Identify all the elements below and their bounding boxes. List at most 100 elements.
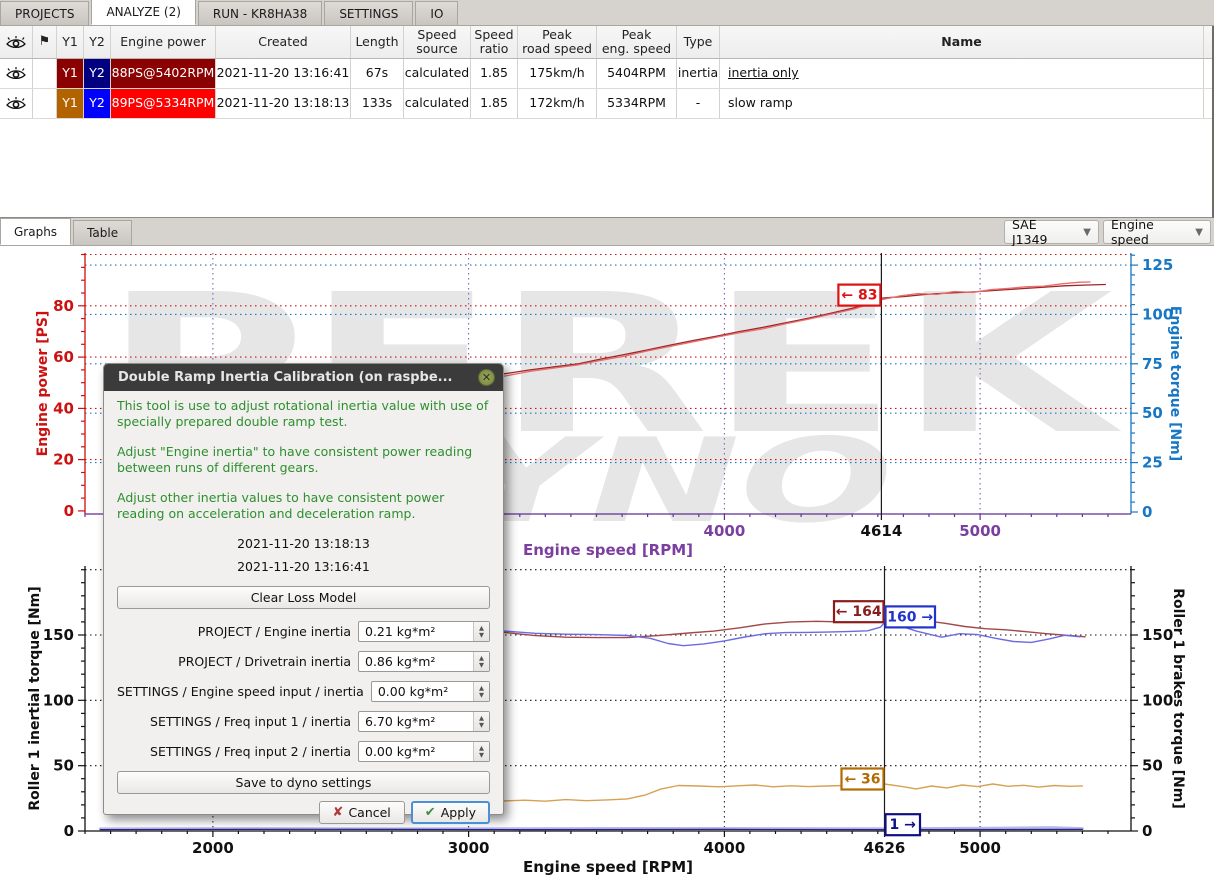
- field-label: PROJECT / Engine inertia: [197, 624, 351, 639]
- save-to-dyno-settings-button[interactable]: Save to dyno settings: [117, 771, 490, 794]
- cell-power: 88PS@5402RPM: [111, 59, 216, 88]
- column-header-type[interactable]: Type: [677, 26, 720, 58]
- spinbox-value: 6.70 kg*m²: [365, 714, 436, 729]
- apply-label: Apply: [440, 805, 476, 820]
- chevron-down-icon: ▼: [1083, 226, 1091, 238]
- tab-settings[interactable]: SETTINGS: [324, 1, 414, 25]
- y2-badge[interactable]: Y2: [84, 59, 110, 88]
- cell-flag: [33, 59, 57, 88]
- spin-down-icon[interactable]: ▼: [479, 661, 484, 669]
- svg-text:Roller 1 inertial torque [Nm]: Roller 1 inertial torque [Nm]: [27, 586, 43, 810]
- subtabs-holder: Graphs Table: [0, 218, 134, 245]
- tab-analyze-2[interactable]: ANALYZE (2): [91, 0, 196, 25]
- cancel-label: Cancel: [348, 805, 391, 820]
- svg-text:0: 0: [1142, 503, 1152, 521]
- spin-down-icon[interactable]: ▼: [479, 691, 484, 699]
- column-header-flag[interactable]: ⚑: [33, 26, 57, 58]
- dialog-paragraph-2: Adjust "Engine inertia" to have consiste…: [117, 444, 473, 475]
- spinner-arrows[interactable]: ▲ ▼: [473, 742, 489, 761]
- run-name[interactable]: slow ramp: [728, 95, 793, 110]
- select-engine-speed[interactable]: Engine speed ▼: [1103, 217, 1211, 247]
- svg-text:75: 75: [1142, 355, 1163, 373]
- y1-badge[interactable]: Y1: [57, 59, 83, 88]
- svg-text:Engine torque [Nm]: Engine torque [Nm]: [1167, 306, 1183, 461]
- inertia-calibration-dialog: Double Ramp Inertia Calibration (on rasp…: [103, 363, 504, 824]
- spinner-arrows[interactable]: ▲ ▼: [473, 652, 489, 671]
- tab-run-kr8ha38[interactable]: RUN - KR8HA38: [197, 1, 323, 25]
- column-header-y1[interactable]: Y1: [57, 26, 84, 58]
- cell-length: 133s: [351, 89, 404, 118]
- cursor-x-label: 4626: [864, 839, 906, 857]
- cell-visible[interactable]: [0, 89, 33, 118]
- spinner-arrows[interactable]: ▲ ▼: [473, 682, 489, 701]
- svg-text:40: 40: [53, 399, 74, 417]
- column-header-speed_ratio[interactable]: Speed ratio: [471, 26, 518, 58]
- svg-text:2000: 2000: [192, 839, 234, 857]
- spinner-arrows[interactable]: ▲ ▼: [473, 712, 489, 731]
- cursor-value-label: ← 164: [832, 600, 885, 624]
- run-date-1: 2021-11-20 13:18:13: [237, 536, 370, 551]
- inertia-spinbox[interactable]: 0.21 kg*m² ▲ ▼: [358, 621, 490, 642]
- svg-text:5000: 5000: [959, 522, 1001, 540]
- series-roller-brakes-torque: [503, 621, 1081, 647]
- field-label: PROJECT / Drivetrain inertia: [178, 654, 351, 669]
- cancel-button[interactable]: ✘ Cancel: [318, 801, 405, 824]
- svg-text:50: 50: [53, 757, 74, 775]
- tab-projects[interactable]: PROJECTS: [0, 1, 90, 25]
- table-row[interactable]: Y1 Y2 88PS@5402RPM 2021-11-20 13:16:41 67s ca…: [0, 59, 1212, 89]
- field-label: SETTINGS / Engine speed input / inertia: [117, 684, 364, 699]
- inertia-spinbox[interactable]: 0.00 kg*m² ▲ ▼: [358, 741, 490, 762]
- subtab-graphs[interactable]: Graphs: [0, 218, 72, 245]
- column-header-power[interactable]: Engine power: [111, 26, 216, 58]
- cell-name: slow ramp: [720, 89, 1204, 118]
- cell-created: 2021-11-20 13:16:41: [216, 59, 351, 88]
- select-sae-j1349[interactable]: SAE J1349 ▼: [1004, 217, 1099, 247]
- column-header-peak_eng[interactable]: Peak eng. speed: [597, 26, 677, 58]
- dialog-title-bar[interactable]: Double Ramp Inertia Calibration (on rasp…: [104, 364, 503, 391]
- eye-icon: [6, 67, 26, 80]
- inertia-spinbox[interactable]: 0.86 kg*m² ▲ ▼: [358, 651, 490, 672]
- dialog-paragraph-1: This tool is use to adjust rotational in…: [117, 398, 489, 429]
- select-value: SAE J1349: [1012, 217, 1048, 247]
- spin-down-icon[interactable]: ▼: [479, 631, 484, 639]
- field-label: SETTINGS / Freq input 1 / inertia: [150, 714, 351, 729]
- spin-down-icon[interactable]: ▼: [479, 751, 484, 759]
- svg-text:Engine speed [RPM]: Engine speed [RPM]: [523, 858, 693, 876]
- series-loss-torque: [503, 783, 1084, 802]
- column-header-length[interactable]: Length: [351, 26, 404, 58]
- runs-table-panel: ⚑ Y1 Y2 Engine power Created Length Speed sour…: [0, 26, 1214, 218]
- field-row-settings-engine-speed-input-inertia: SETTINGS / Engine speed input / inertia 0…: [117, 681, 490, 702]
- column-header-peak_road[interactable]: Peak road speed: [518, 26, 597, 58]
- column-header-y2[interactable]: Y2: [84, 26, 111, 58]
- run-date-2: 2021-11-20 13:16:41: [237, 559, 370, 574]
- column-header-visible[interactable]: [0, 26, 33, 58]
- field-row-project-engine-inertia: PROJECT / Engine inertia 0.21 kg*m² ▲ ▼: [117, 621, 490, 642]
- spinbox-value: 0.00 kg*m²: [377, 684, 449, 699]
- cell-y2: Y2: [84, 59, 111, 88]
- svg-text:← 164: ← 164: [836, 604, 882, 620]
- run-name[interactable]: inertia only: [728, 65, 799, 80]
- clear-loss-model-button[interactable]: Clear Loss Model: [117, 586, 490, 609]
- y2-badge[interactable]: Y2: [84, 89, 110, 118]
- column-header-created[interactable]: Created: [216, 26, 351, 58]
- inertia-spinbox[interactable]: 0.00 kg*m² ▲ ▼: [370, 681, 490, 702]
- table-row[interactable]: Y1 Y2 89PS@5334RPM 2021-11-20 13:18:13 133s c…: [0, 89, 1212, 119]
- column-header-name[interactable]: Name: [720, 26, 1204, 58]
- tab-io[interactable]: IO: [415, 1, 459, 25]
- spinner-arrows[interactable]: ▲ ▼: [473, 622, 489, 641]
- subtab-table[interactable]: Table: [73, 220, 133, 245]
- close-icon[interactable]: ✕: [478, 369, 495, 386]
- column-header-speed_source[interactable]: Speed source: [404, 26, 471, 58]
- cell-visible[interactable]: [0, 59, 33, 88]
- svg-text:4000: 4000: [704, 522, 746, 540]
- dialog-body: This tool is use to adjust rotational in…: [104, 391, 503, 824]
- apply-button[interactable]: ✔ Apply: [410, 801, 490, 824]
- spin-down-icon[interactable]: ▼: [479, 721, 484, 729]
- cell-speed_ratio: 1.85: [471, 59, 518, 88]
- inertia-spinbox[interactable]: 6.70 kg*m² ▲ ▼: [358, 711, 490, 732]
- svg-text:3000: 3000: [448, 839, 490, 857]
- cursor-value-label: ← 83: [837, 283, 882, 307]
- cell-power: 89PS@5334RPM: [111, 89, 216, 118]
- y1-badge[interactable]: Y1: [57, 89, 83, 118]
- cursor-x-label: 4614: [861, 522, 903, 540]
